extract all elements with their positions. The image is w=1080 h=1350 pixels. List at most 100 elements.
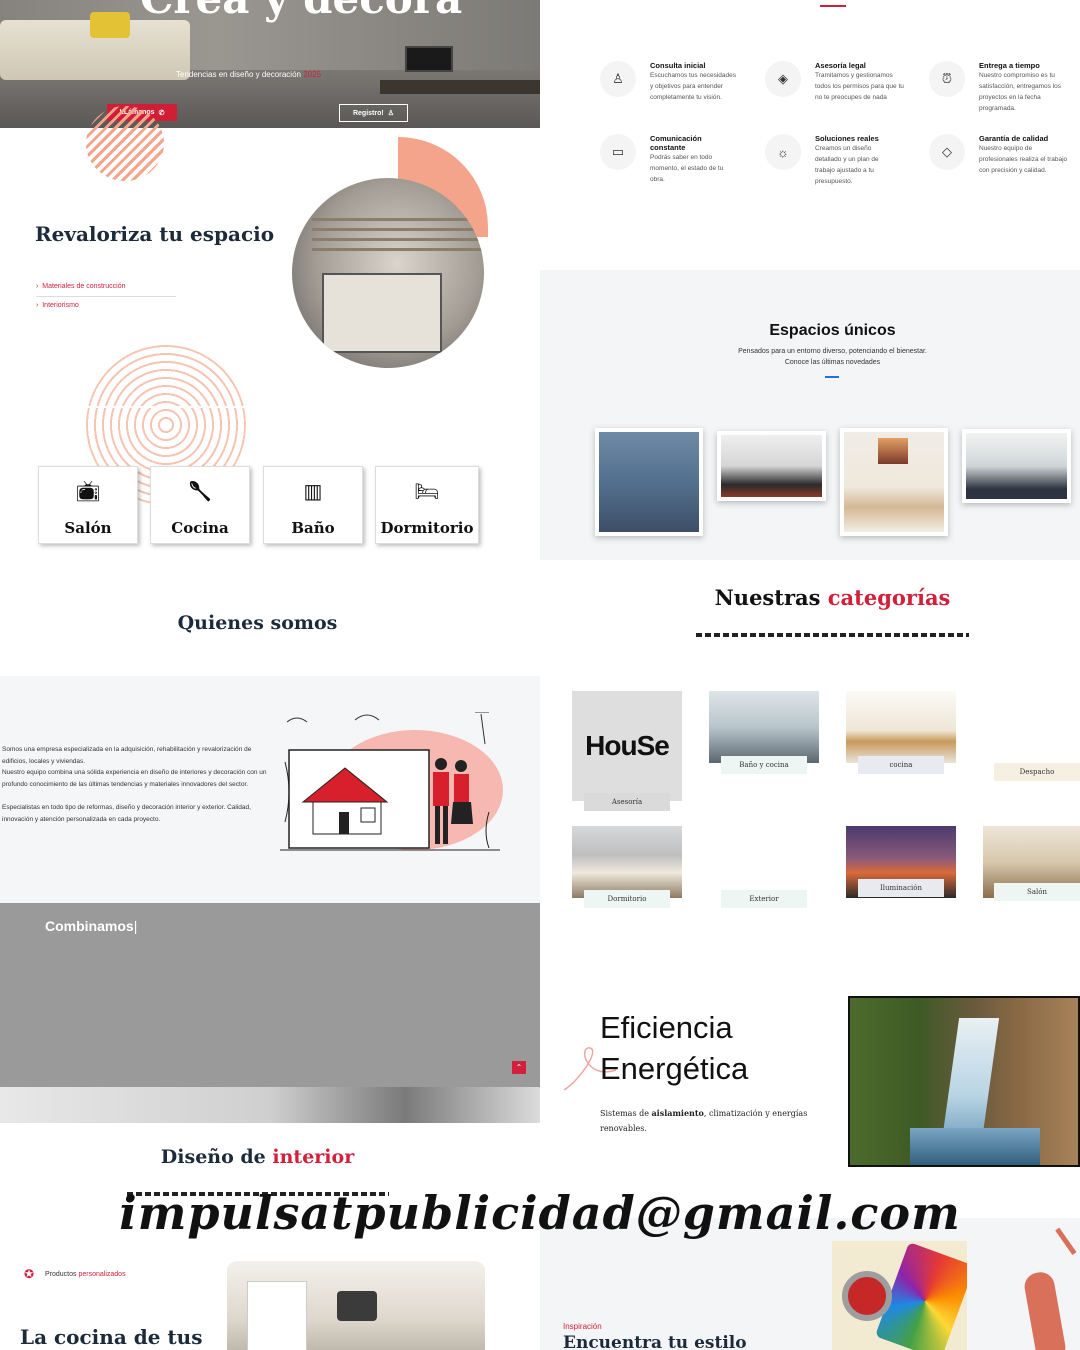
productos-prefix: Productos	[45, 1271, 77, 1278]
hero-pillow	[90, 12, 130, 38]
category-image-dormitorio[interactable]	[572, 826, 682, 898]
star-icon: ✪	[24, 1267, 35, 1281]
category-label-despacho[interactable]: Despacho	[994, 763, 1080, 781]
house-logo-tile[interactable]: HouSe	[572, 691, 682, 801]
divider	[36, 296, 176, 297]
quienes-title: Quienes somos	[177, 612, 338, 634]
category-label-exterior[interactable]: Exterior	[721, 890, 807, 908]
link-interiorismo-label: Interiorismo	[42, 302, 79, 309]
feature-title: Entrega a tiempo	[979, 61, 1040, 70]
room-label: Cocina	[171, 519, 229, 537]
category-label-iluminacion[interactable]: Iluminación	[858, 879, 944, 897]
bed-icon: 🛏︎	[414, 481, 440, 503]
kitchen-cabinet	[247, 1281, 307, 1350]
eficiencia-subtitle: Sistemas de aislamiento, climatización y…	[600, 1106, 810, 1136]
paint-can	[842, 1271, 892, 1321]
whatsapp-icon: ✆	[158, 109, 165, 117]
category-label-dormitorio[interactable]: Dormitorio	[584, 890, 670, 908]
hero-subtitle: Tendencias en diseño y decoración 2025	[176, 70, 321, 79]
paint-palette-image	[832, 1241, 967, 1350]
gallery-image-bathroom[interactable]	[962, 429, 1071, 503]
espacios-title: Espacios únicos	[769, 322, 896, 339]
building-image	[292, 178, 484, 368]
kitchen-image	[227, 1261, 485, 1350]
hero-title: Crea y decora	[140, 0, 462, 23]
room-card-cocina[interactable]: 🥄︎ Cocina	[150, 466, 250, 544]
category-image-cocina[interactable]	[846, 691, 956, 763]
user-icon: ♙	[600, 61, 636, 97]
floor-image	[0, 1087, 540, 1123]
feature-desc: Nuestro compromiso es tu satisfacción, e…	[979, 72, 1062, 112]
scroll-top-button[interactable]: ⌃	[512, 1061, 526, 1074]
title-underline	[696, 633, 969, 637]
waterfall-image	[848, 996, 1080, 1167]
espacios-subtitle: Pensados para un entorno diverso, potenc…	[540, 346, 1080, 368]
tv-icon: 📺︎	[75, 481, 101, 503]
link-materiales-label: Materiales de construcción	[42, 283, 126, 290]
revaloriza-title: Revaloriza tu espacio	[35, 222, 275, 246]
eficiencia-sub-bold: aislamiento	[651, 1108, 704, 1118]
categorias-highlight: categorías	[827, 585, 951, 610]
spoon-icon: 🥄︎	[187, 481, 213, 503]
link-materiales[interactable]: › Materiales de construcción	[36, 283, 126, 290]
combinamos-label: Combinamos	[45, 918, 134, 934]
feature-desc: Podrás saber en todo momento, el estado …	[650, 154, 724, 183]
feature-title: Garantía de calidad	[979, 134, 1049, 143]
eficiencia-title-line2: Energética	[600, 1051, 749, 1086]
category-label-bano-cocina[interactable]: Baño y cocina	[721, 756, 807, 774]
gallery-image-living-blue[interactable]	[595, 428, 703, 536]
hero-tv	[405, 46, 453, 72]
about-paragraph-2: Nuestro equipo combina una sólida experi…	[2, 769, 267, 788]
espacios-sub-line1: Pensados para un entorno diverso, potenc…	[738, 348, 927, 355]
building-facade	[322, 273, 442, 353]
productos-label: Productos personalizados	[45, 1271, 126, 1278]
feature-title: Comunicación constante	[650, 134, 702, 152]
eficiencia-title-line1: Eficiencia	[600, 1010, 733, 1045]
alarm-clock-icon: ⏰︎	[929, 61, 965, 97]
categorias-prefix: Nuestras	[714, 585, 821, 610]
collage-page: { "hero": { "title": "Crea y decora", "s…	[0, 0, 1080, 1350]
contact-email[interactable]: impulsatpublicidad@gmail.com	[0, 1186, 1080, 1240]
productos-highlight: personalizados	[78, 1271, 126, 1278]
feature-desc: Creamos un diseño detallado y un plan de…	[815, 145, 879, 185]
category-label-salon[interactable]: Salón	[994, 883, 1080, 901]
diseno-title: Diseño de interior	[0, 1146, 515, 1168]
building-slat	[312, 248, 482, 251]
room-card-bano[interactable]: ▥ Baño	[263, 466, 363, 544]
feature-desc: Escuchamos tus necesidades y objetivos p…	[650, 72, 736, 101]
title-underline	[825, 376, 839, 378]
feature-title: Soluciones reales	[815, 134, 879, 143]
room-card-dormitorio[interactable]: 🛏︎ Dormitorio	[375, 466, 479, 544]
cocina-title: La cocina de tus	[20, 1325, 203, 1349]
category-label-cocina[interactable]: cocina	[858, 756, 944, 774]
combinamos-text: Combinamos|	[45, 918, 138, 934]
feature-title: Asesoría legal	[815, 61, 866, 70]
hero-subtitle-year: 2025	[303, 70, 322, 79]
category-label-asesoria[interactable]: Asesoría	[584, 793, 670, 811]
house-illustration	[280, 712, 503, 851]
category-image-bano-cocina[interactable]	[709, 691, 819, 763]
building-slat	[312, 238, 482, 241]
register-button[interactable]: Registro! ♙	[339, 104, 408, 122]
room-card-salon[interactable]: 📺︎ Salón	[38, 466, 138, 544]
building-slat	[312, 218, 482, 221]
room-label: Salón	[64, 519, 112, 537]
gallery-image-sofa[interactable]	[840, 428, 948, 536]
espacios-sub-line2: Conoce las últimas novedades	[784, 359, 881, 366]
eficiencia-sub-a: Sistemas de	[600, 1109, 649, 1118]
feature-desc: Nuestro equipo de profesionales realiza …	[979, 145, 1068, 174]
about-paragraph-3: Especialistas en todo tipo de reformas, …	[2, 804, 251, 823]
categorias-title: Nuestras categorías	[540, 585, 1080, 610]
layers-icon: ◈	[765, 61, 801, 97]
user-icon: ♙	[387, 110, 394, 117]
hero-cabinet	[380, 80, 540, 94]
hero-banner: Crea y decora Tendencias en diseño y dec…	[0, 0, 540, 128]
toothbrush-icon: ▥	[303, 481, 323, 503]
gallery-image-living-white[interactable]	[717, 431, 826, 501]
wall-painting	[878, 438, 908, 464]
waterfall-pool	[910, 1128, 1040, 1165]
hero-subtitle-text: Tendencias en diseño y decoración	[176, 70, 301, 79]
diseno-prefix: Diseño de	[160, 1146, 266, 1168]
feature-title: Consulta inicial	[650, 61, 706, 70]
link-interiorismo[interactable]: › Interiorismo	[36, 302, 79, 309]
